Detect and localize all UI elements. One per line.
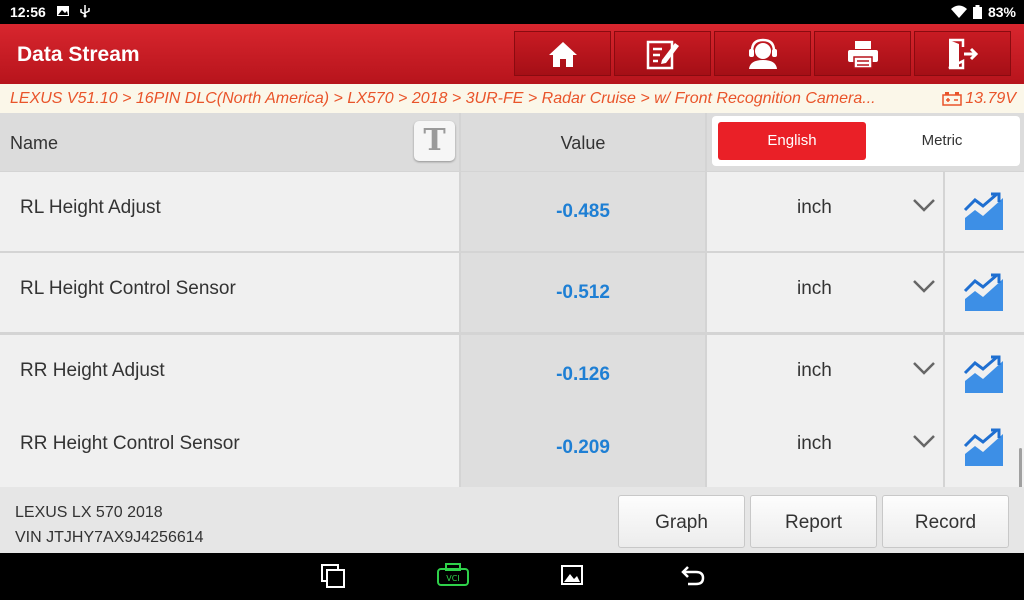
edit-button[interactable] — [614, 31, 711, 76]
home-icon — [548, 41, 577, 67]
text-size-button[interactable]: T — [414, 121, 455, 161]
parameter-name: RL Height Control Sensor — [20, 278, 236, 299]
vehicle-name: LEXUS LX 570 2018 — [15, 504, 163, 521]
name-header-label: Name — [10, 133, 59, 153]
graph-toggle-button[interactable] — [945, 253, 1024, 332]
parameter-name: RL Height Adjust — [20, 197, 161, 218]
parameter-name-cell: RL Height Adjust — [0, 172, 459, 251]
unit-label: inch — [797, 360, 832, 381]
footer-bar: LEXUS LX 570 2018 VIN JTJHY7AX9J4256614 … — [0, 487, 1024, 553]
parameter-name-cell: RL Height Control Sensor — [0, 253, 459, 332]
vci-connector-icon[interactable]: VCI — [436, 563, 470, 589]
parameter-name-cell: RR Height Control Sensor — [0, 408, 459, 487]
trend-chart-icon — [963, 192, 1003, 230]
parameter-value: -0.209 — [461, 408, 705, 487]
trend-chart-icon — [963, 428, 1003, 466]
chevron-down-icon — [913, 362, 935, 375]
value-column-header: Value — [461, 113, 705, 171]
recent-apps-icon[interactable] — [320, 563, 346, 589]
edit-icon — [646, 40, 679, 69]
parameter-value: -0.485 — [461, 172, 705, 251]
unit-column-header: English Metric — [707, 113, 1024, 171]
chevron-down-icon — [913, 280, 935, 293]
graph-toggle-button[interactable] — [945, 335, 1024, 414]
gallery-notification-icon — [57, 6, 69, 16]
battery-icon — [972, 5, 982, 19]
table-row[interactable]: RL Height Control Sensor -0.512 inch — [0, 253, 1024, 332]
graph-button[interactable]: Graph — [618, 495, 745, 548]
vehicle-vin: VIN JTJHY7AX9J4256614 — [15, 529, 204, 546]
unit-label: inch — [797, 197, 832, 218]
english-units-button[interactable]: English — [718, 122, 866, 160]
battery-voltage: 13.79V — [942, 90, 1016, 108]
screenshot-icon[interactable] — [560, 563, 584, 587]
unit-dropdown[interactable]: inch — [707, 408, 943, 487]
graph-toggle-button[interactable] — [945, 408, 1024, 487]
parameter-name-cell: RR Height Adjust — [0, 335, 459, 414]
usb-debug-icon — [80, 5, 90, 18]
unit-dropdown[interactable]: inch — [707, 335, 943, 414]
status-bar: 12:56 83% — [0, 0, 1024, 24]
chevron-down-icon — [913, 199, 935, 212]
vehicle-info: LEXUS LX 570 2018 VIN JTJHY7AX9J4256614 — [15, 500, 204, 550]
voltage-value: 13.79V — [965, 90, 1016, 107]
exit-icon — [947, 38, 978, 69]
trend-chart-icon — [963, 273, 1003, 311]
breadcrumb: LEXUS V51.10 > 16PIN DLC(North America) … — [10, 90, 876, 107]
support-icon — [748, 38, 777, 69]
name-column-header: Name T — [0, 113, 459, 171]
data-stream-table: Name T Value English Metric RL Height Ad… — [0, 113, 1024, 518]
app-header: Data Stream — [0, 24, 1024, 84]
battery-percent: 83% — [987, 4, 1016, 20]
report-button[interactable]: Report — [750, 495, 877, 548]
graph-toggle-button[interactable] — [945, 172, 1024, 251]
navigation-bar: VCI — [0, 553, 1024, 600]
chevron-down-icon — [913, 435, 935, 448]
print-icon — [847, 40, 878, 69]
parameter-name: RR Height Adjust — [20, 360, 165, 381]
support-button[interactable] — [714, 31, 811, 76]
parameter-value: -0.126 — [461, 335, 705, 414]
unit-label: inch — [797, 278, 832, 299]
page-title: Data Stream — [17, 43, 140, 66]
car-battery-icon — [942, 92, 963, 106]
clock: 12:56 — [10, 4, 46, 20]
metric-units-button[interactable]: Metric — [868, 122, 1016, 160]
breadcrumb-bar: LEXUS V51.10 > 16PIN DLC(North America) … — [0, 84, 1024, 113]
unit-toggle: English Metric — [712, 116, 1020, 166]
parameter-value: -0.512 — [461, 253, 705, 332]
unit-dropdown[interactable]: inch — [707, 253, 943, 332]
table-row[interactable]: RR Height Adjust -0.126 inch — [0, 335, 1024, 414]
wifi-icon — [950, 5, 967, 18]
record-button[interactable]: Record — [882, 495, 1009, 548]
home-button[interactable] — [514, 31, 611, 76]
unit-label: inch — [797, 433, 832, 454]
exit-button[interactable] — [914, 31, 1011, 76]
table-row[interactable]: RR Height Control Sensor -0.209 inch — [0, 408, 1024, 487]
trend-chart-icon — [963, 355, 1003, 393]
unit-dropdown[interactable]: inch — [707, 172, 943, 251]
parameter-name: RR Height Control Sensor — [20, 433, 240, 454]
back-icon[interactable] — [680, 563, 706, 587]
table-row[interactable]: RL Height Adjust -0.485 inch — [0, 172, 1024, 251]
svg-text:VCI: VCI — [446, 574, 459, 583]
print-button[interactable] — [814, 31, 911, 76]
